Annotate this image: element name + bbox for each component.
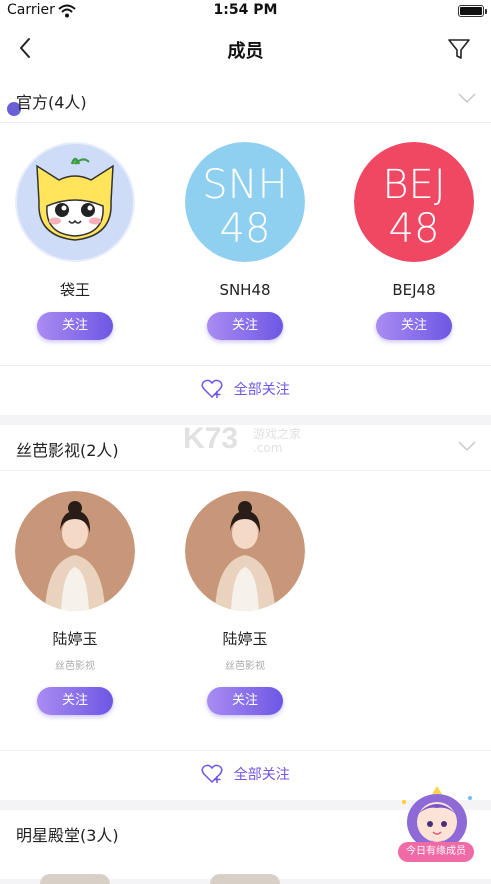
portrait-photo (15, 491, 135, 611)
snh48-logo: SNH 48 (185, 142, 305, 262)
member-card[interactable]: 袋王 关注 (0, 142, 150, 340)
battery-icon (458, 5, 487, 17)
section-title: 明星殿堂(3人) (16, 826, 119, 845)
member-company: 丝芭影视 (55, 661, 95, 672)
follow-button[interactable]: 关注 (37, 687, 113, 715)
page-title: 成员 (227, 41, 264, 62)
section-official: 官方(4人) 袋王 关注 SNH 48 SNH48 关注 BEJ 48 BEJ4… (0, 77, 491, 415)
status-bar: Carrier 1:54 PM (0, 0, 491, 22)
watermark-domain: .com (253, 441, 283, 455)
member-card[interactable]: 陆婷玉 丝芭影视 关注 (0, 491, 150, 715)
nav-bar: 成员 (0, 22, 491, 77)
heart-plus-icon (201, 379, 223, 399)
follow-all-label: 全部关注 (233, 382, 290, 398)
avatar-peek (40, 874, 110, 884)
avatar (185, 491, 305, 611)
chevron-down-icon[interactable] (457, 439, 477, 453)
member-name: 陆婷玉 (52, 630, 98, 648)
section-title: 官方(4人) (16, 93, 87, 112)
filter-icon[interactable] (447, 37, 471, 61)
logo-line-2: 48 (220, 206, 271, 252)
watermark-brand: K73 (183, 422, 239, 455)
daily-member-label: 今日有缘成员 (398, 842, 474, 862)
follow-button[interactable]: 关注 (37, 312, 113, 340)
logo-line-2: 48 (389, 206, 440, 252)
avatar: BEJ 48 (354, 142, 474, 262)
clock: 1:54 PM (213, 2, 278, 18)
daily-member-badge[interactable]: 今日有缘成员 (396, 782, 478, 874)
member-name: SNH48 (219, 281, 271, 299)
avatar: SNH 48 (185, 142, 305, 262)
member-card[interactable]: BEJ 48 BEJ48 关注 (339, 142, 489, 340)
bej48-logo: BEJ 48 (354, 142, 474, 262)
member-name: 陆婷玉 (222, 630, 268, 648)
cat-mascot-image (17, 144, 133, 260)
member-company: 丝芭影视 (225, 661, 265, 672)
member-card[interactable]: SNH 48 SNH48 关注 (170, 142, 320, 340)
section-header[interactable]: 官方(4人) (0, 77, 491, 123)
follow-button[interactable]: 关注 (207, 312, 283, 340)
section-title: 丝芭影视(2人) (16, 441, 119, 460)
heart-plus-icon (201, 764, 223, 784)
avatar (15, 142, 135, 262)
follow-all-button[interactable]: 全部关注 (0, 365, 491, 415)
logo-line-1: SNH (202, 162, 287, 208)
avatar-peek (210, 874, 280, 884)
portrait-photo (185, 491, 305, 611)
follow-button[interactable]: 关注 (376, 312, 452, 340)
watermark-text: 游戏之家 (253, 427, 302, 441)
section-siba: 丝芭影视(2人) 陆婷玉 丝芭影视 关注 陆婷玉 丝芭影视 关注 全部关注 (0, 425, 491, 800)
chevron-down-icon[interactable] (457, 91, 477, 105)
member-name: 袋王 (59, 281, 90, 299)
watermark: K73 游戏之家 .com (183, 422, 313, 462)
follow-all-label: 全部关注 (233, 767, 290, 783)
follow-button[interactable]: 关注 (207, 687, 283, 715)
avatar (15, 491, 135, 611)
member-name: BEJ48 (392, 281, 436, 299)
member-card[interactable]: 陆婷玉 丝芭影视 关注 (170, 491, 320, 715)
logo-line-1: BEJ (382, 162, 445, 208)
